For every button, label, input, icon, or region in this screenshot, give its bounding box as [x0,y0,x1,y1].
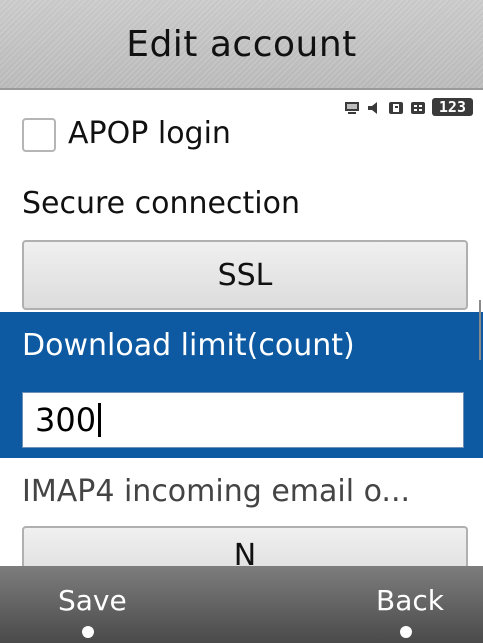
imap4-incoming-label: IMAP4 incoming email o... [22,474,411,509]
download-limit-value: 300 [35,401,97,439]
right-softkey-dot [400,626,412,638]
secure-connection-label: Secure connection [22,186,300,221]
apop-login-row[interactable]: APOP login [0,116,483,160]
download-limit-row[interactable]: Download limit(count) 300 [0,312,483,458]
back-softkey[interactable]: Back [376,584,444,617]
status-badge: 123 [431,98,473,116]
download-limit-label: Download limit(count) [22,328,355,363]
secure-connection-value: SSL [217,257,273,293]
title-bar: Edit account [0,0,483,90]
page-title: Edit account [126,23,357,65]
r-box-icon [388,100,404,114]
text-cursor [98,403,102,437]
status-bar: 123 [344,96,473,118]
softkey-bar: Save Back [0,566,483,643]
left-softkey-dot [82,626,94,638]
apop-login-label: APOP login [68,116,231,151]
save-softkey[interactable]: Save [58,584,127,617]
imap4-incoming-value: N [233,538,257,568]
imap4-incoming-select[interactable]: N [22,526,468,568]
apop-login-checkbox[interactable] [22,118,56,152]
grid-box-icon [410,100,426,114]
speaker-icon [366,100,382,114]
computer-icon [344,100,360,114]
secure-connection-select[interactable]: SSL [22,240,468,310]
download-limit-input[interactable]: 300 [22,392,464,448]
scroll-indicator [479,300,481,360]
